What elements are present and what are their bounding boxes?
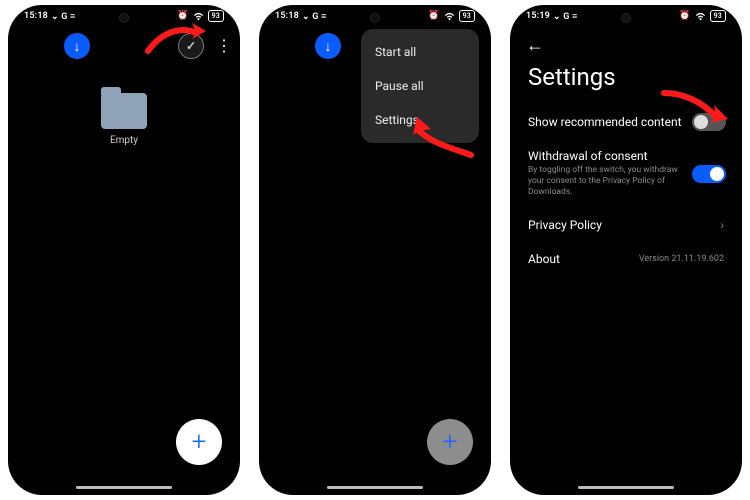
add-fab[interactable]: + [176,419,222,465]
battery-indicator: 93 [710,10,726,22]
setting-withdraw-consent[interactable]: Withdrawal of consent By toggling off th… [510,139,742,208]
status-left-icons: ⌄ G ≡ [51,11,75,22]
gesture-bar [327,486,423,489]
toggle-consent[interactable] [692,165,726,183]
status-left-icons: ⌄ G ≡ [553,11,577,22]
folder-icon [101,93,147,129]
setting-about[interactable]: About Version 21.11.19.602 [510,242,742,276]
chevron-right-icon: › [720,218,724,232]
setting-recommended-content[interactable]: Show recommended content [510,105,742,139]
menu-item-settings[interactable]: Settings [361,103,479,137]
select-button[interactable]: ✓ [178,33,204,59]
toggle-recommended[interactable] [692,113,726,131]
battery-indicator: 93 [208,10,224,22]
alarm-icon: ⏰ [679,11,690,21]
downloads-tab-button[interactable]: ↓ [64,33,90,59]
more-options-button[interactable]: ⋮ [216,44,230,48]
camera-notch [370,13,380,23]
setting-label: Withdrawal of consent [528,149,724,163]
status-left-icons: ⌄ G ≡ [302,11,326,22]
app-topbar: ↓ ✓ ⋮ [8,27,240,65]
overflow-menu: Start all Pause all Settings [361,29,479,143]
alarm-icon: ⏰ [428,11,439,21]
battery-indicator: 93 [459,10,475,22]
camera-notch [119,13,129,23]
alarm-icon: ⏰ [177,11,188,21]
empty-state: Empty [8,93,240,146]
phone-screen-2: 15:18 ⌄ G ≡ ⏰ 93 ↓ Start all Pause all S… [259,5,491,495]
status-time: 15:18 [24,11,48,21]
back-button[interactable]: ← [526,35,544,56]
phone-screen-3: 15:19 ⌄ G ≡ ⏰ 93 ← Settings Show recomme… [510,5,742,495]
add-fab[interactable]: + [427,419,473,465]
gesture-bar [76,486,172,489]
camera-notch [621,13,631,23]
downloads-tab-button[interactable]: ↓ [315,33,341,59]
setting-label: Privacy Policy [528,218,724,232]
menu-item-pause-all[interactable]: Pause all [361,69,479,103]
setting-privacy-policy[interactable]: Privacy Policy › [510,208,742,242]
status-time: 15:18 [275,11,299,21]
status-time: 15:19 [526,11,550,21]
wifi-icon [193,12,204,21]
wifi-icon [695,12,706,21]
page-title: Settings [510,57,742,105]
empty-label: Empty [8,135,240,146]
setting-subtext: By toggling off the switch, you withdraw… [528,165,678,198]
version-text: Version 21.11.19.602 [639,254,724,264]
wifi-icon [444,12,455,21]
phone-screen-1: 15:18 ⌄ G ≡ ⏰ 93 ↓ ✓ ⋮ Empty + [8,5,240,495]
back-row: ← [510,27,742,57]
gesture-bar [578,486,674,489]
menu-item-start-all[interactable]: Start all [361,35,479,69]
